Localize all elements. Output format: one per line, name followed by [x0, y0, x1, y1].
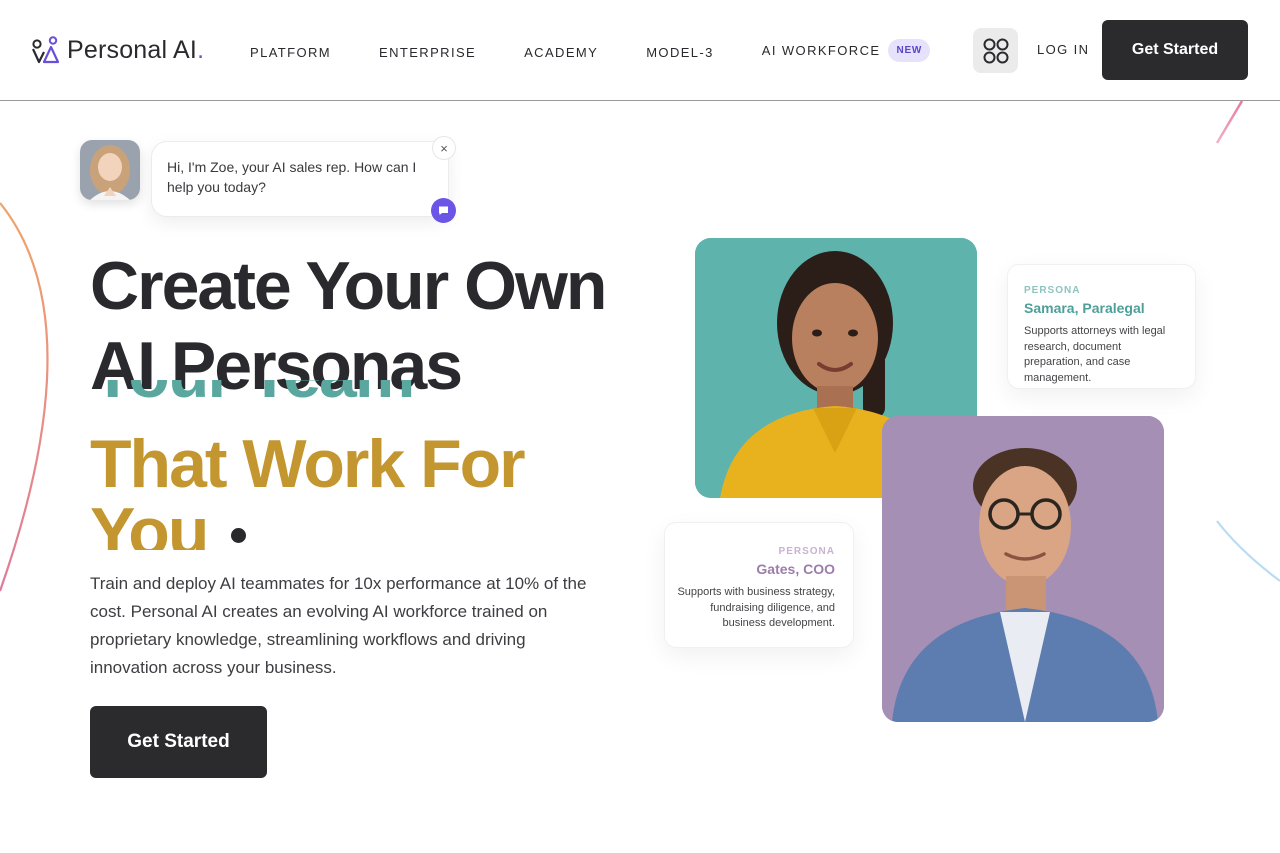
chat-bubble-icon[interactable]	[431, 198, 456, 223]
rotating-text-outgoing: Your Team	[90, 380, 415, 414]
typing-cursor-dot	[231, 528, 246, 543]
site-header: Personal AI. PLATFORM ENTERPRISE ACADEMY…	[0, 0, 1280, 101]
chat-close-icon[interactable]: ×	[432, 136, 456, 160]
apps-menu-button[interactable]	[973, 28, 1018, 73]
header-get-started-button[interactable]: Get Started	[1102, 20, 1248, 80]
personal-ai-logo-icon	[32, 36, 60, 64]
persona-description: Supports with business strategy, fundrai…	[677, 586, 835, 629]
nav-academy[interactable]: ACADEMY	[524, 45, 598, 60]
gates-persona-photo	[882, 416, 1164, 722]
persona-label: PERSONA	[778, 546, 835, 557]
nav-enterprise[interactable]: ENTERPRISE	[379, 45, 476, 60]
login-link[interactable]: LOG IN	[1037, 42, 1089, 57]
main-nav: PLATFORM ENTERPRISE ACADEMY MODEL-3 AI W…	[250, 39, 978, 62]
rotating-text-line2: You	[90, 494, 209, 550]
grid-apps-icon	[983, 38, 1008, 63]
hero-headline-line1: Create Your Own	[90, 248, 607, 324]
gates-persona-card[interactable]: PERSONA Gates, COO Supports with busines…	[664, 522, 854, 648]
brand-logo[interactable]: Personal AI.	[31, 35, 204, 65]
samara-persona-card[interactable]: PERSONA Samara, Paralegal Supports attor…	[1007, 264, 1196, 389]
persona-label: PERSONA	[1024, 285, 1081, 296]
zoe-avatar[interactable]	[80, 140, 140, 200]
gates-portrait-image	[882, 416, 1164, 722]
nav-platform[interactable]: PLATFORM	[250, 45, 331, 60]
nav-ai-workforce[interactable]: AI WORKFORCE NEW	[761, 39, 931, 62]
persona-name: Samara, Paralegal	[1024, 300, 1145, 316]
rotating-headline: Your Team That Work For You	[90, 380, 650, 550]
brand-name: Personal AI.	[67, 35, 205, 64]
nav-ai-workforce-label: AI WORKFORCE	[761, 43, 881, 58]
new-badge: NEW	[888, 39, 931, 62]
hero-description: Train and deploy AI teammates for 10x pe…	[90, 574, 587, 677]
persona-name: Gates, COO	[756, 561, 835, 577]
hero-get-started-button[interactable]: Get Started	[90, 706, 267, 778]
nav-model-3[interactable]: MODEL-3	[646, 45, 714, 60]
chat-glyph-icon	[439, 206, 448, 215]
persona-description: Supports attorneys with legal research, …	[1024, 325, 1166, 384]
chat-message-bubble[interactable]: Hi, I'm Zoe, your AI sales rep. How can …	[151, 141, 449, 217]
zoe-portrait-image	[80, 140, 140, 200]
